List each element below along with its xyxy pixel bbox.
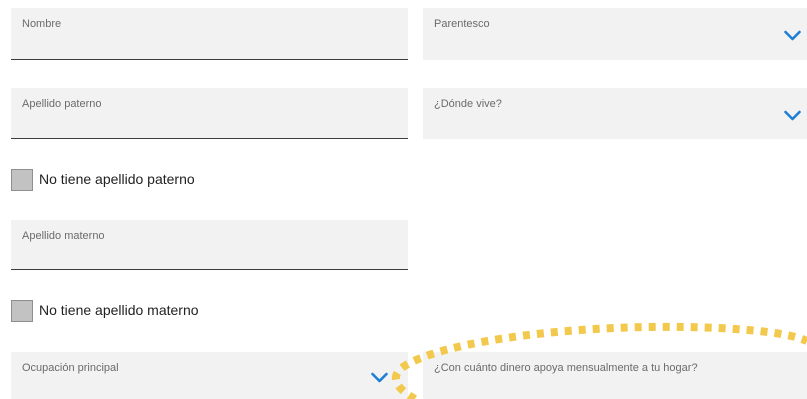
no-apellido-materno-label: No tiene apellido materno: [39, 302, 199, 318]
apellido-paterno-label: Apellido paterno: [22, 98, 102, 110]
donde-vive-label: ¿Dónde vive?: [434, 98, 502, 110]
chevron-down-icon[interactable]: [784, 110, 801, 121]
no-apellido-paterno-checkbox-row[interactable]: No tiene apellido paterno: [11, 169, 211, 191]
apellido-materno-field[interactable]: Apellido materno: [11, 220, 408, 270]
dinero-apoyo-field[interactable]: ¿Con cuánto dinero apoya mensualmente a …: [423, 352, 807, 399]
apellido-paterno-field[interactable]: Apellido paterno: [11, 88, 408, 139]
ocupacion-principal-label: Ocupación principal: [22, 362, 119, 374]
no-apellido-materno-checkbox[interactable]: [11, 300, 33, 322]
no-apellido-paterno-checkbox[interactable]: [11, 169, 33, 191]
parentesco-label: Parentesco: [434, 18, 490, 30]
parentesco-select[interactable]: Parentesco: [423, 8, 807, 60]
nombre-label: Nombre: [22, 18, 62, 30]
apellido-materno-label: Apellido materno: [22, 230, 105, 242]
nombre-field[interactable]: Nombre: [11, 8, 408, 60]
chevron-down-icon[interactable]: [371, 372, 388, 383]
chevron-down-icon[interactable]: [784, 30, 801, 41]
no-apellido-paterno-label: No tiene apellido paterno: [39, 171, 195, 187]
ocupacion-principal-select[interactable]: Ocupación principal: [11, 352, 408, 399]
donde-vive-select[interactable]: ¿Dónde vive?: [423, 88, 807, 139]
no-apellido-materno-checkbox-row[interactable]: No tiene apellido materno: [11, 300, 211, 322]
dinero-apoyo-label: ¿Con cuánto dinero apoya mensualmente a …: [434, 362, 698, 374]
